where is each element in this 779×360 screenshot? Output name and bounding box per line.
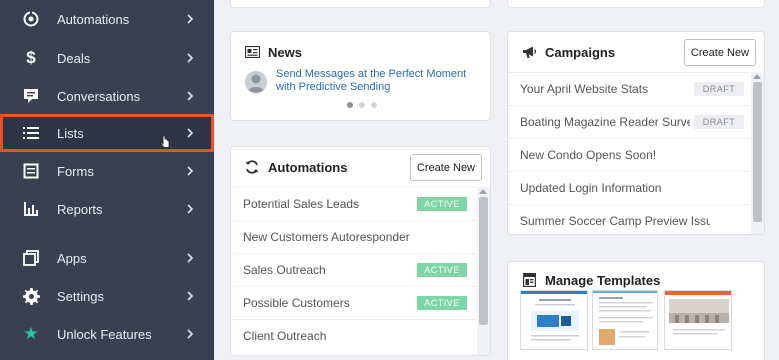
campaign-name: Your April Website Stats xyxy=(520,82,649,96)
campaign-name: Updated Login Information xyxy=(520,181,662,195)
sidebar-item-label: Forms xyxy=(57,163,94,179)
carousel-dot[interactable] xyxy=(359,102,365,108)
sidebar-item-unlock-features[interactable]: ★ Unlock Features xyxy=(0,315,214,353)
automations-title: Automations xyxy=(268,159,348,175)
chevron-right-icon xyxy=(184,203,196,215)
campaign-name: Summer Soccer Camp Preview Issue xyxy=(520,214,710,228)
refresh-icon xyxy=(244,159,260,175)
automation-name: Client Outreach xyxy=(243,329,327,343)
campaigns-title: Campaigns xyxy=(545,44,616,60)
chevron-right-icon xyxy=(184,165,196,177)
sidebar-item-label: Lists xyxy=(57,125,84,141)
apps-icon xyxy=(22,249,40,267)
sidebar-item-reports[interactable]: Reports xyxy=(0,190,214,228)
sidebar-item-forms[interactable]: Forms xyxy=(0,152,214,190)
chevron-right-icon xyxy=(184,90,196,102)
chevron-right-icon xyxy=(184,127,196,139)
table-row[interactable]: New Condo Opens Soon! xyxy=(508,138,750,171)
sidebar-item-automations[interactable]: Automations xyxy=(0,0,214,38)
templates-panel: Manage Templates xyxy=(507,261,765,360)
chevron-right-icon xyxy=(184,13,196,25)
table-row[interactable]: Updated Login Information xyxy=(508,171,750,204)
campaign-name: Boating Magazine Reader Survey xyxy=(520,115,690,129)
sidebar-item-settings[interactable]: Settings xyxy=(0,277,214,315)
form-icon xyxy=(22,162,40,180)
table-row[interactable]: Potential Sales Leads ACTIVE xyxy=(231,187,476,220)
sidebar-item-deals[interactable]: $ Deals xyxy=(0,39,214,77)
scroll-up-icon[interactable] xyxy=(753,74,761,79)
avatar xyxy=(245,71,267,93)
star-icon: ★ xyxy=(23,324,39,343)
template-icon xyxy=(521,272,537,288)
panel-top-left-partial xyxy=(230,0,491,8)
status-badge: ACTIVE xyxy=(417,197,467,211)
create-campaign-button[interactable]: Create New xyxy=(683,39,756,66)
template-thumbnail[interactable] xyxy=(520,290,588,350)
carousel-dot[interactable] xyxy=(371,102,377,108)
sidebar-item-label: Unlock Features xyxy=(57,326,152,342)
sidebar-item-conversations[interactable]: Conversations xyxy=(0,77,214,115)
sidebar-item-label: Settings xyxy=(57,288,104,304)
chevron-right-icon xyxy=(184,252,196,264)
campaign-name: New Condo Opens Soon! xyxy=(520,148,657,162)
status-badge: ACTIVE xyxy=(417,263,467,277)
sidebar: Automations $ Deals Conversations Lists … xyxy=(0,0,214,360)
news-article-link[interactable]: Send Messages at the Perfect Moment with… xyxy=(276,68,476,94)
sidebar-item-apps[interactable]: Apps xyxy=(0,239,214,277)
sidebar-item-label: Deals xyxy=(57,50,91,66)
sidebar-item-lists[interactable]: Lists xyxy=(0,114,214,152)
chevron-right-icon xyxy=(184,290,196,302)
automations-panel: Automations Create New Potential Sales L… xyxy=(230,146,491,356)
scrollbar-thumb[interactable] xyxy=(479,197,488,325)
table-row[interactable]: Possible Customers ACTIVE xyxy=(231,286,476,319)
chevron-right-icon xyxy=(184,328,196,340)
status-badge: ACTIVE xyxy=(417,296,467,310)
status-badge: DRAFT xyxy=(694,115,744,129)
megaphone-icon xyxy=(521,44,537,60)
status-badge: DRAFT xyxy=(694,82,744,96)
automation-name: Possible Customers xyxy=(243,296,350,310)
automations-header: Automations Create New xyxy=(231,147,490,187)
news-header: News xyxy=(231,32,490,72)
automations-scrollbar[interactable] xyxy=(477,187,490,355)
news-title: News xyxy=(268,44,302,60)
news-panel: News Send Messages at the Perfect Moment… xyxy=(230,31,491,121)
template-thumbnail[interactable] xyxy=(664,290,732,350)
sidebar-item-label: Automations xyxy=(57,11,130,27)
carousel-dot[interactable] xyxy=(347,102,353,108)
table-row[interactable]: Summer Soccer Camp Preview Issue xyxy=(508,204,750,234)
templates-title: Manage Templates xyxy=(545,272,661,288)
campaigns-scrollbar[interactable] xyxy=(751,72,764,234)
create-automation-button[interactable]: Create New xyxy=(409,154,482,181)
bar-chart-icon xyxy=(22,200,40,218)
gear-icon xyxy=(22,287,40,305)
chevron-right-icon xyxy=(184,52,196,64)
mouse-cursor-icon xyxy=(160,135,170,148)
campaigns-header: Campaigns Create New xyxy=(508,32,764,72)
newspaper-icon xyxy=(244,44,260,60)
table-row[interactable]: Client Outreach xyxy=(231,319,476,352)
automation-name: New Customers Autoresponder xyxy=(243,230,410,244)
scrollbar-thumb[interactable] xyxy=(753,82,762,222)
table-row[interactable]: New Customers Autoresponder xyxy=(231,220,476,253)
list-icon xyxy=(22,124,40,142)
template-thumbnail[interactable] xyxy=(592,290,658,350)
campaigns-panel: Campaigns Create New Your April Website … xyxy=(507,31,765,235)
scroll-up-icon[interactable] xyxy=(479,189,487,194)
panel-top-right-partial xyxy=(507,0,765,8)
dollar-icon: $ xyxy=(26,48,36,67)
table-row[interactable]: Boating Magazine Reader Survey DRAFT xyxy=(508,105,750,138)
table-row[interactable]: Your April Website Stats DRAFT xyxy=(508,72,750,105)
table-row[interactable]: Sales Outreach ACTIVE xyxy=(231,253,476,286)
automations-icon xyxy=(22,10,40,28)
automation-name: Sales Outreach xyxy=(243,263,326,277)
sidebar-item-label: Reports xyxy=(57,201,103,217)
sidebar-item-label: Apps xyxy=(57,250,87,266)
chat-icon xyxy=(22,87,40,105)
sidebar-item-label: Conversations xyxy=(57,88,141,104)
automation-name: Potential Sales Leads xyxy=(243,197,360,211)
